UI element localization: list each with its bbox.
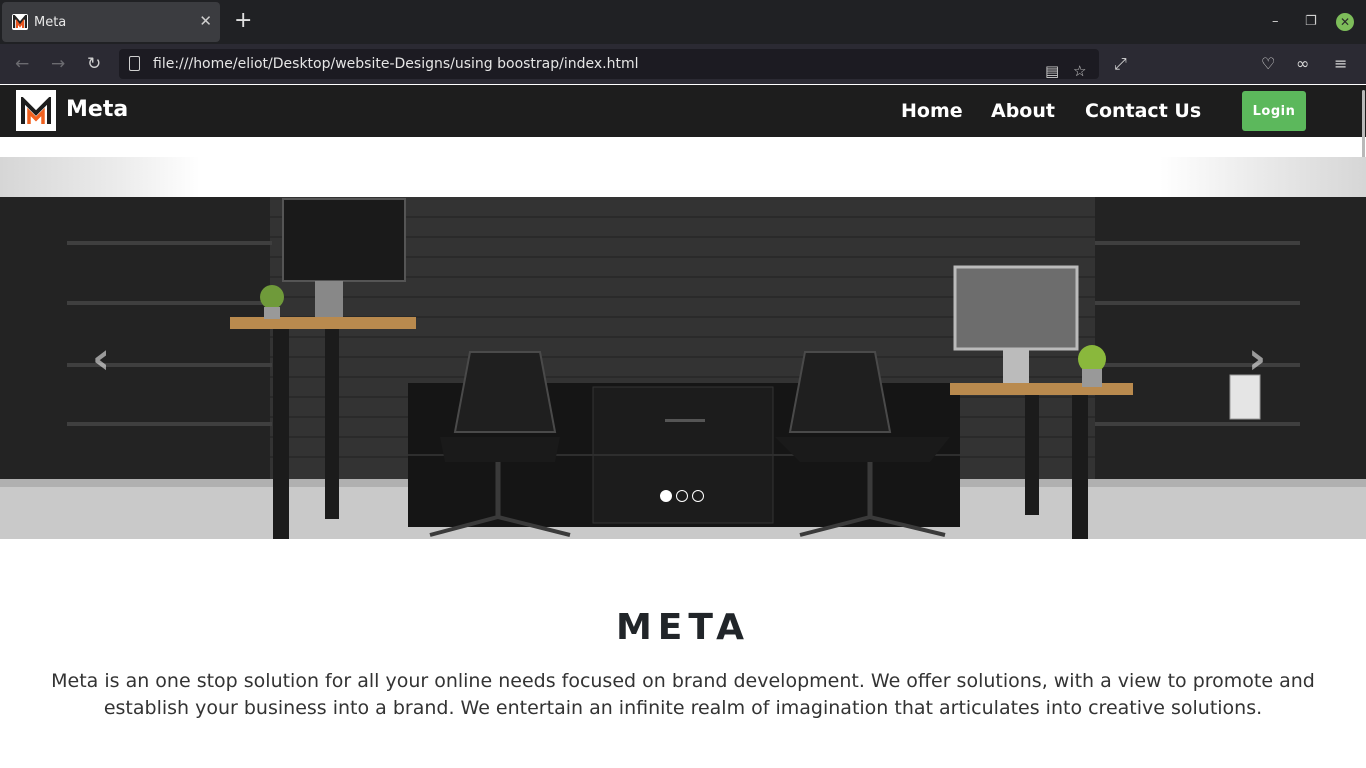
meta-favicon-icon: [12, 14, 28, 30]
section-heading: META: [615, 607, 751, 648]
carousel-indicator-3[interactable]: [692, 490, 704, 502]
carousel-indicator-2[interactable]: [676, 490, 688, 502]
nav-link-home[interactable]: Home: [901, 99, 963, 123]
url-text: file:///home/eliot/Desktop/website-Desig…: [153, 56, 639, 72]
page-icon: [129, 56, 140, 71]
back-arrow-icon[interactable]: ←: [15, 53, 29, 75]
reader-view-icon[interactable]: ▤: [1045, 56, 1059, 86]
bookmark-star-icon[interactable]: ☆: [1073, 56, 1086, 86]
carousel-prev-chevron-left-icon[interactable]: ‹: [92, 337, 110, 381]
pocket-icon[interactable]: ♡: [1261, 53, 1275, 75]
minimize-icon[interactable]: –: [1272, 12, 1279, 32]
browser-tab[interactable]: Meta ✕: [2, 2, 220, 42]
carousel-indicator-1[interactable]: [660, 490, 672, 502]
carousel-next-chevron-right-icon[interactable]: ›: [1248, 337, 1266, 381]
fullscreen-icon[interactable]: ⤢: [1114, 53, 1127, 75]
login-button[interactable]: Login: [1242, 91, 1306, 131]
maximize-icon[interactable]: ❐: [1305, 12, 1317, 32]
address-bar[interactable]: file:///home/eliot/Desktop/website-Desig…: [119, 49, 1099, 80]
carousel-slide-office-image: ‹ ›: [0, 197, 1366, 539]
reload-icon[interactable]: ↻: [87, 53, 101, 75]
meta-logo-icon[interactable]: [16, 90, 56, 131]
extensions-icon[interactable]: ∞: [1296, 53, 1309, 75]
tab-title: Meta: [34, 14, 67, 30]
nav-link-contact-us[interactable]: Contact Us: [1085, 99, 1201, 123]
window-close-icon[interactable]: ✕: [1336, 13, 1354, 31]
office-photo-illustration: [0, 197, 1366, 539]
forward-arrow-icon[interactable]: →: [51, 53, 65, 75]
hamburger-menu-icon[interactable]: ≡: [1334, 53, 1347, 75]
brand-name[interactable]: Meta: [66, 97, 128, 123]
carousel-indicators: [660, 490, 704, 502]
new-tab-icon[interactable]: +: [234, 10, 252, 32]
carousel-top-band: [0, 157, 1366, 197]
section-description: Meta is an one stop solution for all you…: [51, 670, 1315, 719]
nav-link-about[interactable]: About: [991, 99, 1055, 123]
browser-tab-strip: Meta ✕ + – ❐ ✕: [0, 0, 1366, 44]
close-tab-icon[interactable]: ✕: [199, 13, 212, 29]
site-navbar: Meta Home About Contact Us Login: [0, 85, 1366, 137]
